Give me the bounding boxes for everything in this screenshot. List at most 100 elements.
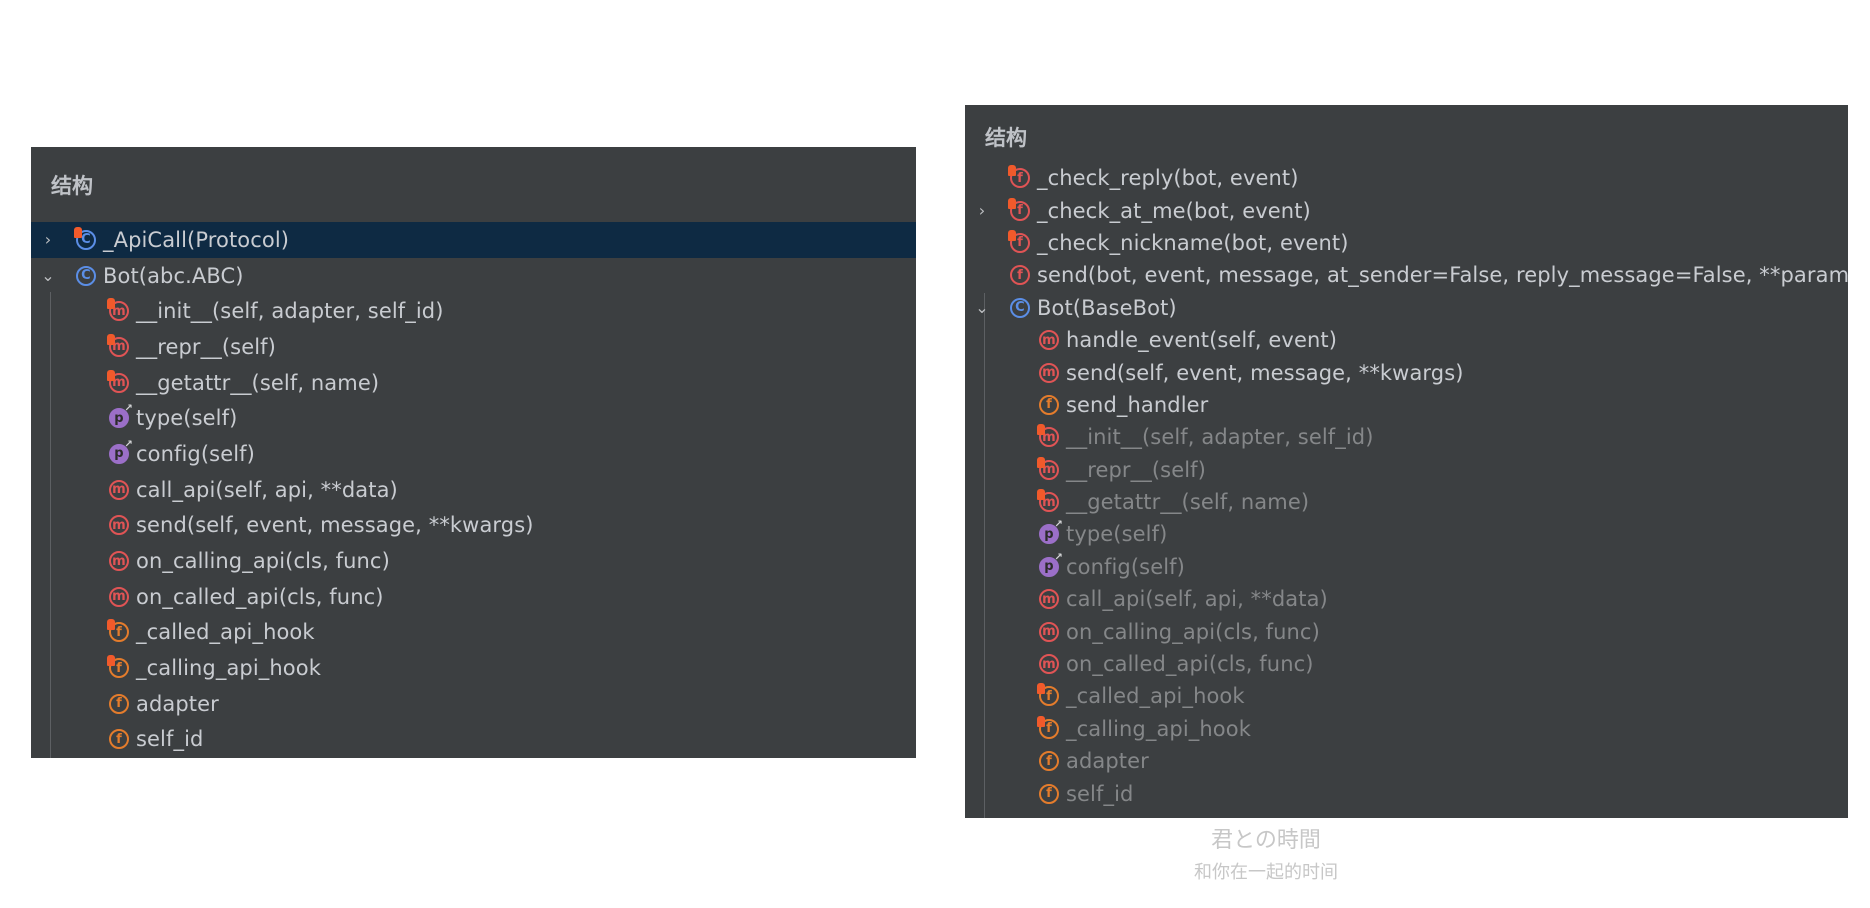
tree-row-label: send(self, event, message, **kwargs): [1066, 360, 1464, 385]
tree-row[interactable]: m __getattr__(self, name): [31, 365, 916, 401]
tree-row[interactable]: f _calling_api_hook: [31, 650, 916, 686]
tree-row[interactable]: p ↗ type(self): [31, 400, 916, 436]
panel-title: 结构: [985, 126, 1027, 150]
tree-row[interactable]: › f _check_at_me(bot, event): [965, 194, 1848, 226]
tree-row[interactable]: f _check_nickname(bot, event): [965, 227, 1848, 259]
tree-row-label: _called_api_hook: [136, 620, 315, 645]
method-pinned-icon: m: [107, 298, 129, 322]
tree-row[interactable]: ⌄ C Bot(abc.ABC): [31, 258, 916, 294]
tree-row-label: on_calling_api(cls, func): [1066, 619, 1320, 644]
tree-row[interactable]: f self_id: [31, 722, 916, 758]
structure-panel-right: 结构 f _check_reply(bot, event) › f _check_at_…: [965, 105, 1848, 818]
method-icon: m: [109, 551, 129, 572]
tree-row-label: _ApiCall(Protocol): [103, 227, 290, 252]
tree-row[interactable]: f _check_reply(bot, event): [965, 162, 1848, 194]
tree-row[interactable]: m on_calling_api(cls, func): [965, 615, 1848, 647]
tree-row[interactable]: m call_api(self, api, **data): [965, 583, 1848, 615]
tree-row[interactable]: ⌄ C Bot(BaseBot): [965, 292, 1848, 324]
panel-title: 结构: [51, 174, 93, 198]
tree-row[interactable]: m __init__(self, adapter, self_id): [31, 293, 916, 329]
class-icon: C: [74, 226, 96, 250]
tree-row[interactable]: m on_called_api(cls, func): [31, 579, 916, 615]
structure-panel-left: 结构 › C _ApiCall(Protocol) ⌄ C Bot(abc.ABC) m __…: [31, 147, 916, 758]
field-pinned-icon: f: [107, 619, 129, 643]
tree-row-label: __repr__(self): [1066, 457, 1206, 482]
tree-row[interactable]: m __init__(self, adapter, self_id): [965, 421, 1848, 453]
tree-row-label: _check_at_me(bot, event): [1037, 198, 1311, 223]
tree-row-label: type(self): [136, 406, 238, 431]
tree-row[interactable]: p ↗ type(self): [965, 518, 1848, 550]
function-icon: f: [1010, 265, 1030, 286]
tree-row[interactable]: m __repr__(self): [31, 329, 916, 365]
method-icon: m: [109, 479, 129, 500]
tree-row-label: call_api(self, api, **data): [136, 477, 398, 502]
tree-row-label: type(self): [1066, 522, 1168, 547]
method-icon: m: [1039, 362, 1059, 383]
tree-row[interactable]: p ↗ config(self): [965, 551, 1848, 583]
chevron-right-icon[interactable]: ›: [975, 202, 989, 218]
structure-tree: f _check_reply(bot, event) › f _check_at_me(…: [965, 162, 1848, 810]
tree-row-label: _called_api_hook: [1066, 684, 1245, 709]
tree-row-label: send(self, event, message, **kwargs): [136, 513, 534, 538]
chevron-down-icon[interactable]: ⌄: [975, 299, 989, 315]
tree-row-label: handle_event(self, event): [1066, 328, 1338, 353]
chevron-down-icon[interactable]: ⌄: [41, 267, 55, 283]
tree-row-label: __init__(self, adapter, self_id): [136, 299, 444, 324]
tree-row-label: self_id: [136, 727, 204, 752]
tree-row[interactable]: m send(self, event, message, **kwargs): [965, 356, 1848, 388]
tree-row-label: on_called_api(cls, func): [136, 584, 384, 609]
tree-row[interactable]: f self_id: [965, 777, 1848, 809]
tree-row[interactable]: f adapter: [31, 686, 916, 722]
tree-row[interactable]: m handle_event(self, event): [965, 324, 1848, 356]
tree-row[interactable]: f send(bot, event, message, at_sender=Fal…: [965, 259, 1848, 291]
field-icon: f: [1039, 751, 1059, 772]
caption-title: 君との時間: [1211, 828, 1321, 853]
tree-row-label: Bot(abc.ABC): [103, 263, 244, 288]
class-icon: C: [76, 265, 96, 286]
tree-row-label: _check_nickname(bot, event): [1037, 230, 1349, 255]
property-icon: p ↗: [109, 404, 133, 429]
tree-row-label: Bot(BaseBot): [1037, 295, 1177, 320]
tree-row-label: __init__(self, adapter, self_id): [1066, 425, 1374, 450]
field-icon: f: [109, 729, 129, 750]
tree-row[interactable]: m call_api(self, api, **data): [31, 472, 916, 508]
method-icon: m: [109, 586, 129, 607]
tree-row-label: config(self): [136, 441, 255, 466]
tree-row-label: on_calling_api(cls, func): [136, 549, 390, 574]
tree-row[interactable]: p ↗ config(self): [31, 436, 916, 472]
method-pinned-icon: m: [1037, 424, 1059, 448]
method-icon: m: [1039, 589, 1059, 610]
tree-row-label: _calling_api_hook: [1066, 716, 1251, 741]
property-icon: p ↗: [109, 439, 133, 464]
tree-row[interactable]: m __getattr__(self, name): [965, 486, 1848, 518]
structure-tree: › C _ApiCall(Protocol) ⌄ C Bot(abc.ABC) m __ini…: [31, 222, 916, 757]
method-pinned-icon: m: [107, 333, 129, 357]
chevron-right-icon[interactable]: ›: [41, 231, 55, 247]
tree-row[interactable]: f _calling_api_hook: [965, 713, 1848, 745]
tree-row[interactable]: f _called_api_hook: [31, 615, 916, 651]
tree-row-label: __repr__(self): [136, 334, 276, 359]
tree-row-label: config(self): [1066, 554, 1185, 579]
tree-row-label: __getattr__(self, name): [136, 370, 380, 395]
tree-row[interactable]: f _called_api_hook: [965, 680, 1848, 712]
field-icon: f: [1039, 394, 1059, 415]
property-icon: p ↗: [1039, 520, 1063, 545]
field-pinned-icon: f: [1037, 683, 1059, 707]
tree-row[interactable]: m on_calling_api(cls, func): [31, 543, 916, 579]
field-pinned-icon: f: [107, 655, 129, 679]
method-icon: m: [109, 515, 129, 536]
method-icon: m: [1039, 330, 1059, 351]
tree-row[interactable]: m send(self, event, message, **kwargs): [31, 508, 916, 544]
tree-row[interactable]: › C _ApiCall(Protocol): [31, 222, 916, 258]
method-icon: m: [1039, 621, 1059, 642]
function-pinned-icon: f: [1008, 165, 1030, 189]
tree-row[interactable]: f adapter: [965, 745, 1848, 777]
tree-row[interactable]: m __repr__(self): [965, 454, 1848, 486]
method-icon: m: [1039, 654, 1059, 675]
method-pinned-icon: m: [1037, 456, 1059, 480]
tree-row-label: adapter: [1066, 749, 1149, 774]
tree-row[interactable]: m on_called_api(cls, func): [965, 648, 1848, 680]
field-icon: f: [1039, 783, 1059, 804]
tree-row[interactable]: f send_handler: [965, 389, 1848, 421]
property-icon: p ↗: [1039, 552, 1063, 577]
